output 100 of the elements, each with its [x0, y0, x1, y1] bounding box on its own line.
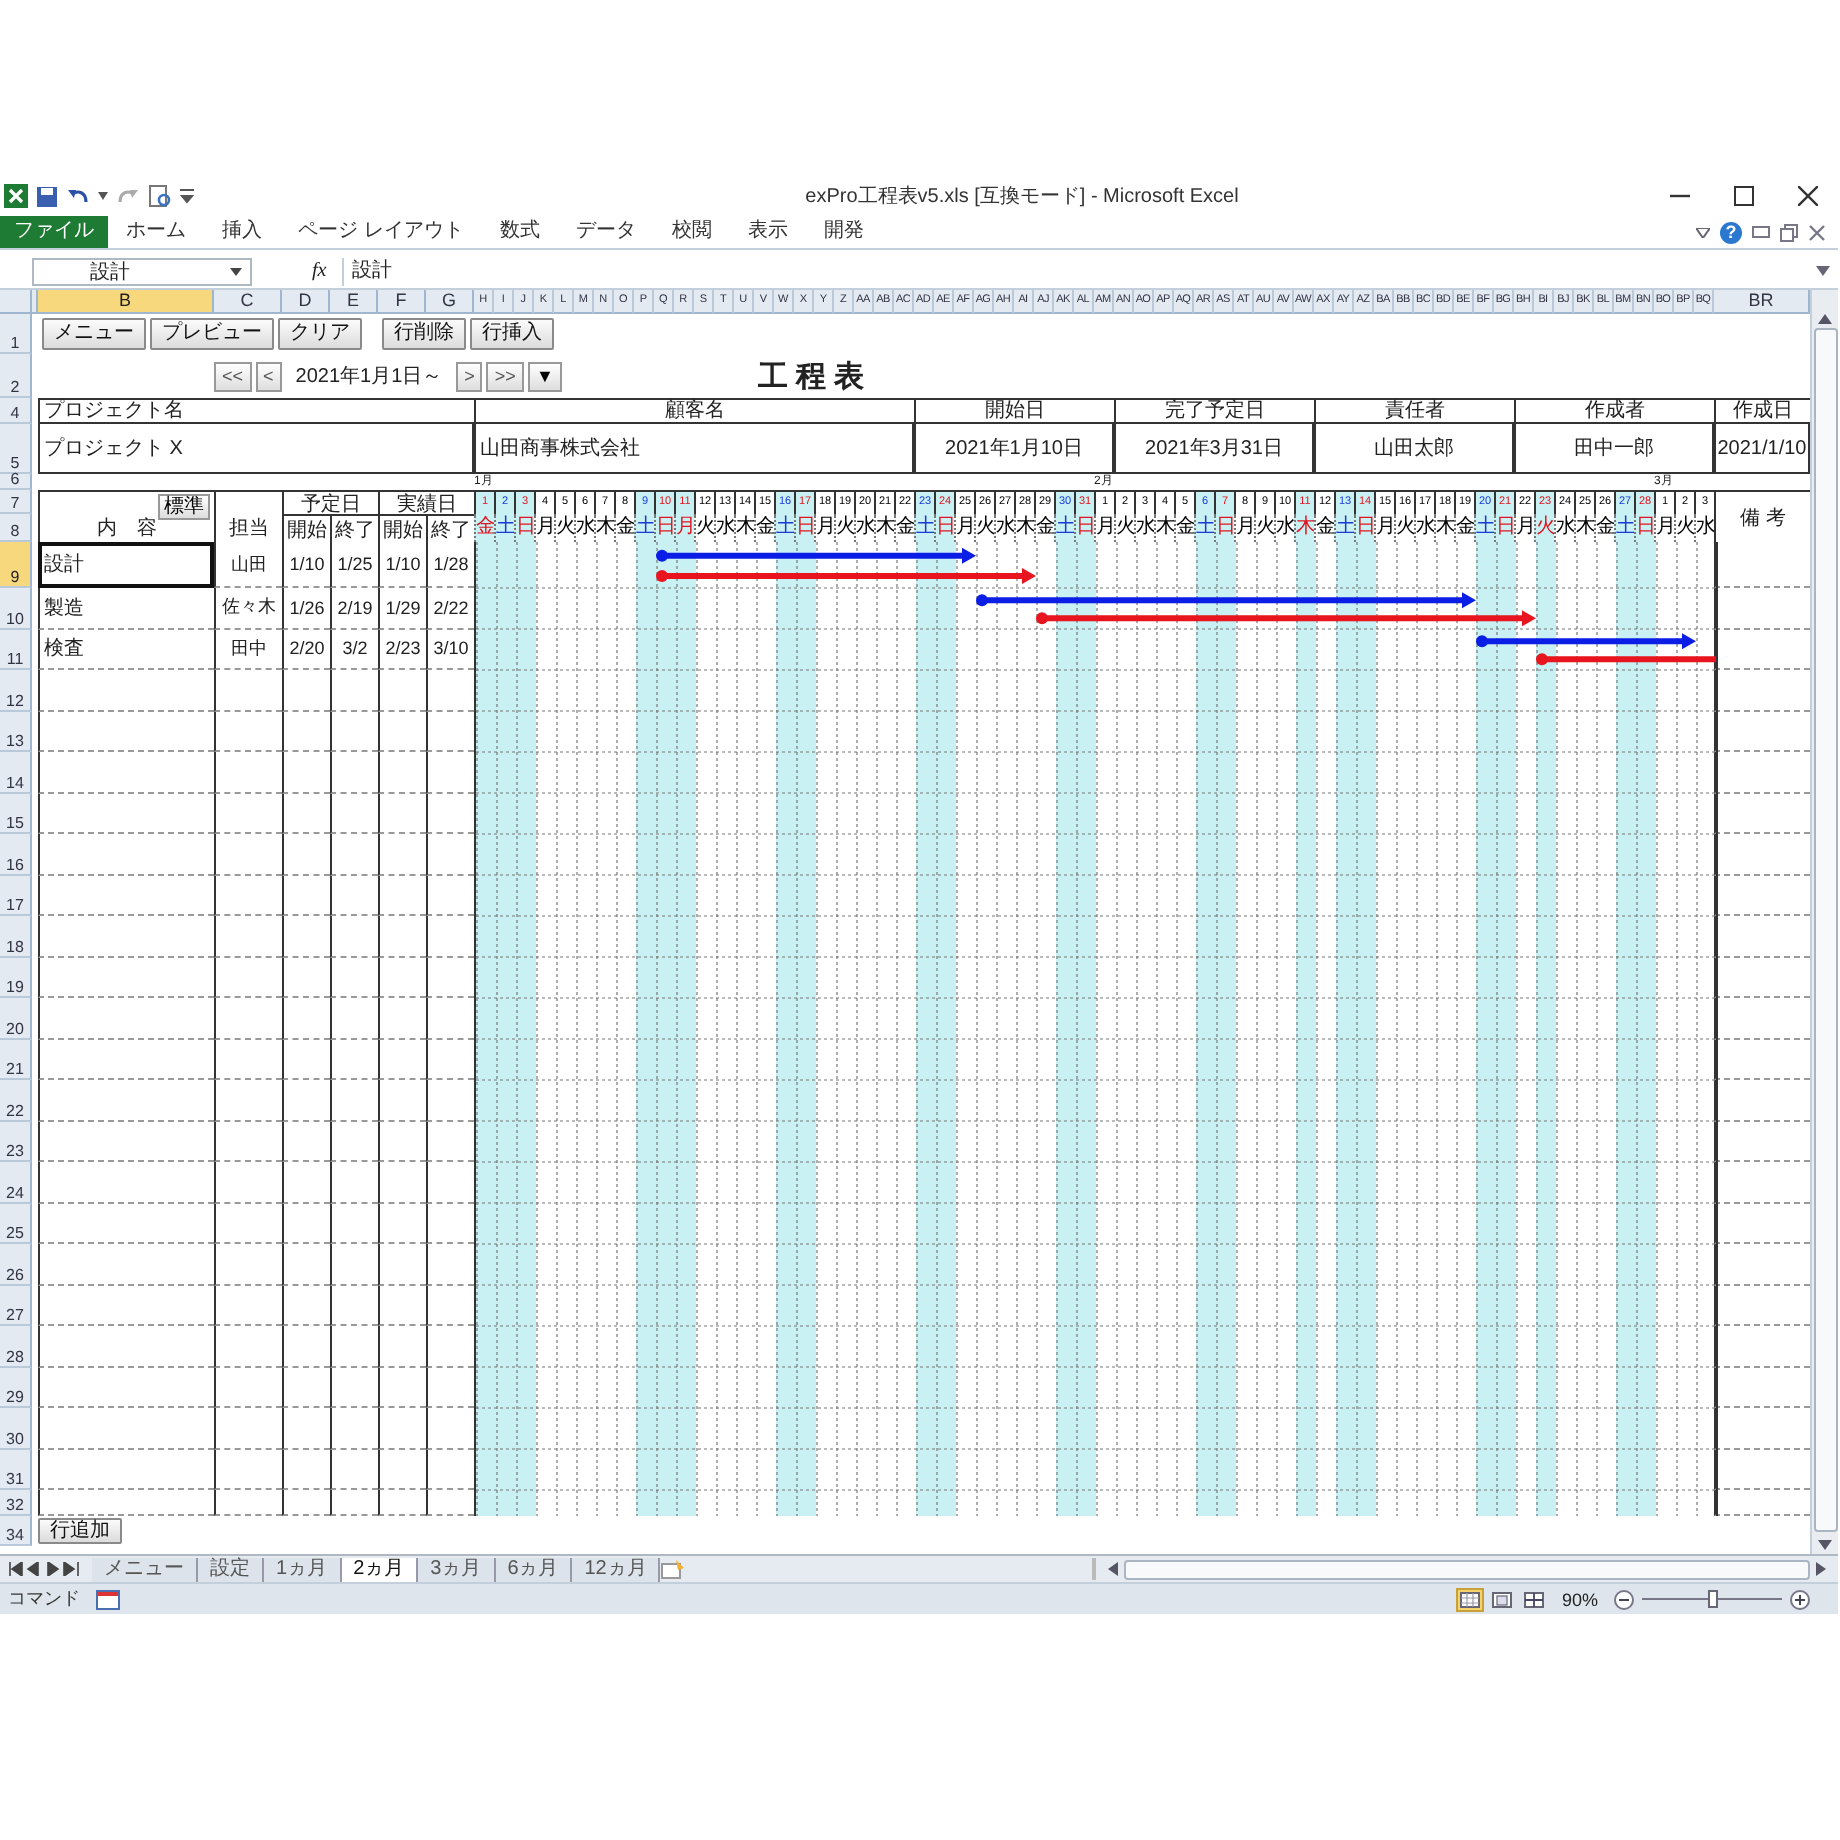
column-header[interactable]: C — [214, 290, 282, 314]
caret-down-icon[interactable] — [98, 192, 108, 200]
scroll-thumb[interactable] — [1124, 1559, 1810, 1579]
row-header[interactable]: 18 — [0, 916, 32, 957]
column-header[interactable]: E — [330, 290, 378, 314]
row-header[interactable]: 27 — [0, 1285, 32, 1326]
row-header[interactable]: 20 — [0, 998, 32, 1039]
page-break-preview-button[interactable] — [1521, 1589, 1546, 1609]
row-header[interactable]: 4 — [0, 398, 32, 424]
help-button[interactable]: ? — [1720, 221, 1742, 243]
row-header[interactable]: 2 — [0, 354, 32, 398]
caret-down-icon[interactable] — [1696, 227, 1710, 237]
column-header[interactable]: F — [378, 290, 426, 314]
row-header[interactable]: 24 — [0, 1162, 32, 1203]
insert-function-label[interactable]: fx — [312, 260, 327, 282]
row-header[interactable]: 21 — [0, 1039, 32, 1080]
row-header[interactable]: 7 — [0, 490, 32, 514]
row-header[interactable]: 9 — [0, 542, 32, 588]
ribbon-tab[interactable]: データ — [557, 216, 654, 248]
scroll-down-icon[interactable] — [1818, 1540, 1832, 1550]
sheet-button[interactable]: プレビュー — [150, 318, 274, 350]
row-header[interactable]: 17 — [0, 875, 32, 916]
close-workbook-icon[interactable] — [1808, 223, 1826, 241]
column-header-cell[interactable] — [32, 290, 38, 314]
normal-view-button[interactable] — [1457, 1589, 1482, 1609]
zoom-level[interactable]: 90% — [1561, 1589, 1598, 1609]
sheet-button[interactable]: 行削除 — [382, 318, 466, 350]
row-header[interactable]: 25 — [0, 1203, 32, 1244]
task-name-cell[interactable]: 製造 — [38, 588, 214, 629]
row-header[interactable]: 32 — [0, 1490, 32, 1516]
row-header[interactable]: 16 — [0, 834, 32, 875]
scroll-up-icon[interactable] — [1818, 314, 1832, 324]
sheet-tab[interactable]: 設定 — [198, 1557, 264, 1581]
ribbon-tab[interactable]: 校閲 — [653, 216, 730, 248]
row-header[interactable]: 28 — [0, 1326, 32, 1367]
vertical-scrollbar[interactable] — [1810, 290, 1838, 1554]
ribbon-tab[interactable]: 数式 — [481, 216, 558, 248]
row-header[interactable]: 13 — [0, 711, 32, 752]
period-dropdown-button[interactable]: ▼ — [527, 361, 562, 391]
next-period-button[interactable]: > — [456, 361, 483, 391]
task-name-cell[interactable]: 設計 — [38, 542, 214, 588]
close-icon[interactable] — [1798, 186, 1818, 206]
zoom-slider-thumb[interactable] — [1708, 1590, 1718, 1608]
zoom-in-button[interactable] — [1790, 1589, 1810, 1609]
page-layout-view-button[interactable] — [1489, 1589, 1514, 1609]
row-header[interactable]: 10 — [0, 588, 32, 629]
name-box[interactable]: 設計 — [32, 257, 252, 285]
ribbon-tab[interactable]: ホーム — [108, 216, 204, 248]
sheet-tab[interactable]: 1ヵ月 — [264, 1557, 342, 1581]
first-period-button[interactable]: << — [214, 361, 252, 391]
minimize-ribbon-icon[interactable] — [1752, 226, 1770, 238]
standard-button[interactable]: 標準 — [158, 494, 210, 520]
task-name-cell[interactable]: 検査 — [38, 629, 214, 670]
row-header[interactable]: 15 — [0, 793, 32, 834]
scroll-thumb[interactable] — [1813, 328, 1837, 1532]
last-period-button[interactable]: >> — [486, 361, 524, 391]
scroll-right-icon[interactable] — [1816, 1562, 1826, 1576]
sheet-navigation-icon[interactable] — [8, 1562, 84, 1576]
column-header[interactable]: BR — [1714, 290, 1810, 314]
row-header[interactable]: 26 — [0, 1244, 32, 1285]
customize-toolbar-icon[interactable] — [180, 188, 194, 204]
sheet-tab[interactable]: 3ヵ月 — [418, 1557, 496, 1581]
row-header[interactable]: 6 — [0, 474, 32, 490]
zoom-out-button[interactable] — [1614, 1589, 1634, 1609]
row-header[interactable]: 1 — [0, 314, 32, 354]
row-header[interactable]: 8 — [0, 514, 32, 542]
restore-window-icon[interactable] — [1780, 223, 1798, 241]
row-header[interactable]: 22 — [0, 1080, 32, 1121]
undo-icon[interactable] — [66, 186, 90, 206]
row-header[interactable]: 23 — [0, 1121, 32, 1162]
excel-logo-icon[interactable] — [4, 184, 28, 208]
row-header[interactable]: 14 — [0, 752, 32, 793]
ribbon-tab[interactable]: 開発 — [805, 216, 882, 248]
row-header[interactable]: 12 — [0, 670, 32, 711]
print-preview-icon[interactable] — [148, 184, 172, 208]
row-header[interactable]: 34 — [0, 1516, 32, 1546]
new-sheet-icon[interactable] — [660, 1559, 689, 1579]
column-header[interactable]: G — [426, 290, 474, 314]
row-header[interactable]: 31 — [0, 1449, 32, 1490]
column-header[interactable]: D — [282, 290, 330, 314]
scroll-left-icon[interactable] — [1108, 1562, 1118, 1576]
formula-field[interactable]: 設計 — [342, 257, 1808, 285]
expand-formula-bar-icon[interactable] — [1816, 266, 1830, 276]
sheet-button[interactable]: メニュー — [42, 318, 146, 350]
maximize-icon[interactable] — [1734, 186, 1754, 206]
row-header[interactable]: 30 — [0, 1408, 32, 1449]
ribbon-tab[interactable]: ページ レイアウト — [280, 216, 482, 248]
sheet-tab[interactable]: 6ヵ月 — [495, 1557, 573, 1581]
sheet-tab[interactable]: 2ヵ月 — [341, 1557, 419, 1581]
save-icon[interactable] — [36, 185, 58, 207]
previous-period-button[interactable]: < — [255, 361, 282, 391]
macro-record-icon[interactable] — [96, 1589, 120, 1609]
row-header[interactable]: 5 — [0, 424, 32, 474]
column-header[interactable]: B — [38, 290, 214, 314]
sheet-button[interactable]: 行挿入 — [470, 318, 554, 350]
row-header[interactable]: 11 — [0, 629, 32, 670]
add-row-button[interactable]: 行追加 — [38, 1518, 122, 1544]
ribbon-tab[interactable]: 挿入 — [204, 216, 280, 248]
sheet-tab[interactable]: メニュー — [92, 1557, 198, 1581]
sheet-button[interactable]: クリア — [278, 318, 362, 350]
